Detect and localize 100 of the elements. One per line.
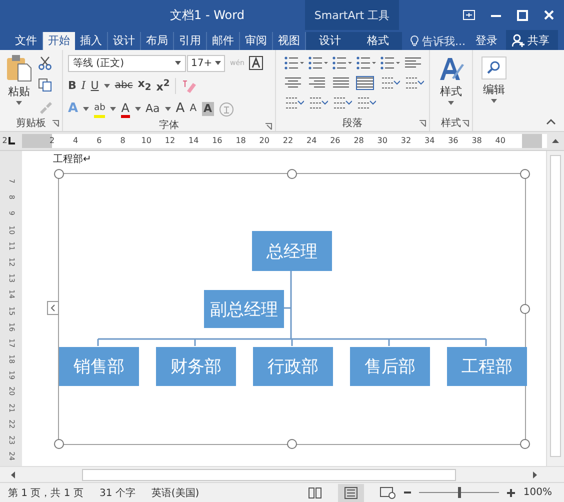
dropdown-caret-icon [448,101,454,105]
resize-handle[interactable] [520,169,530,179]
dialog-launcher-icon[interactable] [265,123,272,130]
tell-me-field[interactable]: 告诉我... [410,32,466,50]
search-icon [481,56,507,80]
scissors-icon[interactable] [38,56,52,70]
resize-handle[interactable] [287,439,297,449]
ruler-number: 14 [188,136,199,145]
ruler-number: 18 [236,136,246,145]
group-label: 字体 [159,118,179,132]
dialog-launcher-icon[interactable] [462,120,469,127]
zoom-out-icon[interactable] [404,491,412,494]
horizontal-scrollbar-thumb[interactable] [82,468,456,481]
ruler-number: 2 [49,136,55,145]
ruler-number: 20 [259,136,270,145]
ruler-number: 6 [96,136,102,145]
maximize-icon[interactable] [517,10,528,20]
close-icon[interactable] [544,10,554,20]
ruler-number: 8 [120,136,126,145]
group-label: 剪贴板 [16,116,46,130]
print-layout-button[interactable] [338,484,364,502]
collapse-ribbon-icon[interactable] [546,119,556,125]
dialog-launcher-icon[interactable] [419,120,426,127]
page-count[interactable]: 第 1 页，共 1 页 [8,486,84,500]
justify-icon[interactable] [332,76,352,90]
ruler-number: 4 [73,136,78,145]
ruler-number: 34 [424,136,435,145]
copy-icon[interactable] [38,78,52,92]
ruler-number: 16 [212,136,222,145]
language-indicator[interactable]: 英语(美国) [151,486,200,500]
ruler-number: 2 [2,136,8,145]
align-right-icon[interactable] [308,76,328,90]
bold-button[interactable]: B [68,79,76,93]
resize-handle[interactable] [520,304,530,314]
dropdown-caret-icon[interactable] [104,84,110,88]
sign-in-link[interactable]: 登录 [476,32,498,50]
align-left-icon[interactable] [404,56,424,70]
highlight-button[interactable]: ab [94,100,106,118]
ruler-number: 24 [306,136,317,145]
ribbon-tab[interactable]: 设计 [306,32,354,50]
grow-font-button[interactable]: A [176,102,185,116]
font-name-dropdown[interactable]: 等线 (正文) [68,54,186,72]
document-text: 工程部↵ [53,152,92,166]
window-title: 文档1 - Word [170,6,246,24]
dropdown-caret-icon[interactable] [110,107,116,111]
numbered-list-icon[interactable] [308,56,328,70]
multilevel-list-icon[interactable] [332,56,352,70]
read-mode-icon[interactable] [308,486,322,499]
font-color-button[interactable]: A [121,100,130,118]
person-icon [512,34,524,46]
resize-handle[interactable] [287,169,297,179]
strikethrough-button[interactable]: abc [114,79,133,93]
text-pane-toggle-icon[interactable] [47,301,59,315]
ruler-number: 32 [400,136,412,145]
ruler-number: 30 [377,136,388,145]
ribbon-tab[interactable]: 开始 [43,32,75,50]
bullet-list-icon[interactable] [284,56,304,70]
ruler-number: 40 [495,136,506,145]
tab-stop-icon[interactable] [8,137,14,145]
distributed-icon[interactable] [356,76,376,90]
dropdown-caret-icon[interactable] [164,107,171,111]
character-shading-button[interactable]: A [202,102,214,116]
word-count[interactable]: 31 个字 [99,486,136,500]
ribbon-display-icon[interactable] [463,10,475,20]
resize-handle[interactable] [54,439,64,449]
page-lines-icon [344,486,358,499]
web-layout-icon[interactable] [380,486,396,499]
change-case-button[interactable]: Aa [146,102,160,116]
underline-button[interactable]: U [90,79,99,93]
shrink-font-button[interactable]: A [190,102,197,116]
editing-button[interactable]: 编辑 [481,56,507,115]
group-label: 样式 [441,116,461,130]
vertical-scrollbar[interactable] [546,151,564,466]
letter-brush-icon [438,56,464,82]
dropdown-caret-icon[interactable] [83,107,90,111]
resize-handle[interactable] [520,439,530,449]
character-border-icon[interactable] [249,56,264,70]
dropdown-caret-icon [175,61,181,65]
dropdown-caret-icon [16,101,22,105]
align-center-icon[interactable] [284,76,304,90]
font-size-dropdown[interactable]: 17+ [187,54,225,72]
ruler-number: 28 [354,136,364,145]
dialog-launcher-icon[interactable] [52,120,59,127]
resize-handle[interactable] [54,169,64,179]
superscript-button[interactable]: x$^{2}$ [156,77,170,95]
share-button[interactable]: 共享 [506,30,558,50]
ribbon-tab[interactable]: 格式 [354,32,402,50]
zoom-level[interactable]: 100% [523,487,552,498]
paste-button[interactable]: 粘贴 [6,54,32,115]
ruler-number: 38 [472,136,482,145]
ruler-number: 36 [448,136,458,145]
dropdown-caret-icon[interactable] [134,107,141,111]
ruler-number: 26 [330,136,340,145]
eraser-icon[interactable] [180,79,197,93]
zoom-slider[interactable] [419,487,500,498]
italic-button[interactable]: I [81,79,86,93]
styles-button[interactable]: 样式 [438,56,464,115]
group-label: 段落 [342,116,362,130]
subscript-button[interactable]: x$_{2}$ [138,76,152,96]
zoom-in-icon[interactable] [507,488,516,497]
